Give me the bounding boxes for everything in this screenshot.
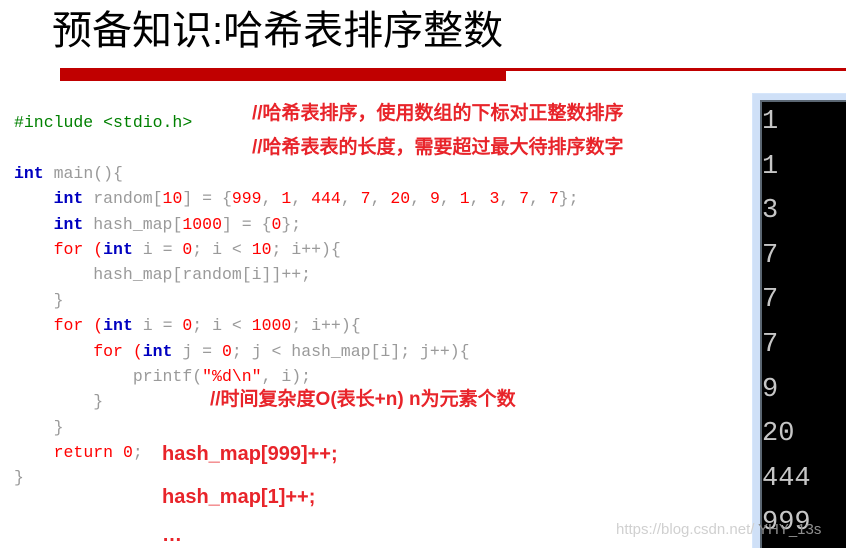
code-token: hash_map[random[i]]++; — [93, 265, 312, 285]
code-line: } — [14, 465, 744, 490]
console-output: 1 1 3 7 7 7 9 20 444 999 — [762, 100, 846, 546]
code-line: for (int i = 0; i < 10; i++){ — [14, 237, 744, 262]
console-output-line: 7 — [762, 285, 779, 316]
code-token: 10 — [251, 239, 272, 259]
console-output-line: 20 — [762, 419, 795, 450]
code-line: for (int i = 0; i < 1000; i++){ — [14, 313, 744, 338]
code-token: ( — [122, 341, 143, 361]
code-token: ( — [83, 316, 104, 336]
code-token: , — [529, 189, 549, 209]
annotation-comment-2: //哈希表表的长度，需要超过最大待排序数字 — [252, 137, 624, 158]
code-line: for (int j = 0; j < hash_map[i]; j++){ — [14, 339, 744, 364]
code-token: , — [340, 189, 361, 209]
code-token: ] = { — [221, 214, 272, 234]
divider-thick-bar — [60, 68, 506, 81]
code-token: 999 — [231, 189, 262, 209]
console-output-line: 7 — [762, 240, 779, 271]
console-output-line: 444 — [762, 463, 811, 494]
code-token: } — [53, 290, 64, 310]
code-token: ; i < — [192, 239, 252, 259]
code-line: return 0; — [14, 440, 744, 465]
code-token: ( — [83, 239, 104, 259]
code-token: 7 — [548, 189, 559, 209]
code-token: ] = { — [182, 189, 232, 209]
code-token: i = — [132, 239, 183, 259]
code-token: 1000 — [182, 214, 222, 234]
code-token: , — [370, 189, 391, 209]
code-token: int — [103, 239, 133, 259]
code-token: } — [93, 392, 104, 412]
code-line: int hash_map[1000] = {0}; — [14, 212, 744, 237]
code-token: , — [469, 189, 490, 209]
code-token: int — [53, 214, 84, 234]
watermark-url-prefix: https://blog.csdn.net/ — [616, 521, 755, 538]
code-line: int random[10] = {999, 1, 444, 7, 20, 9,… — [14, 186, 744, 211]
code-token: , — [499, 189, 520, 209]
code-token: ; i++){ — [291, 316, 361, 336]
code-token: hash_map[ — [83, 214, 183, 234]
code-token: j = — [172, 341, 222, 361]
code-token: for — [53, 239, 84, 259]
code-token: 0 — [221, 341, 232, 361]
code-token: } — [53, 417, 64, 437]
code-token: int — [103, 316, 133, 336]
code-token: 444 — [311, 189, 341, 209]
code-token: printf( — [132, 366, 203, 386]
code-line: int main(){ — [14, 161, 744, 186]
code-token: int — [142, 341, 173, 361]
code-token: ; i < — [192, 316, 252, 336]
code-token: 20 — [390, 189, 411, 209]
console-output-line: 3 — [762, 196, 779, 227]
code-line: } — [14, 415, 744, 440]
code-token: 10 — [162, 189, 183, 209]
console-output-line: 7 — [762, 329, 779, 360]
code-token: for — [53, 316, 84, 336]
code-token: main(){ — [43, 163, 123, 183]
code-block: #include <stdio.h> int main(){ int rando… — [14, 110, 744, 491]
page-title: 预备知识:哈希表排序整数 — [52, 9, 504, 53]
code-token: ; — [132, 443, 143, 463]
watermark-url-suffix: YHY_13s — [758, 521, 822, 538]
console-output-line: 9 — [762, 374, 779, 405]
hash-call-line-1: hash_map[999]++; — [162, 443, 338, 465]
code-token: 9 — [430, 189, 440, 209]
code-token: }; — [558, 189, 579, 209]
code-token: random[ — [83, 189, 163, 209]
code-token: 1 — [459, 189, 470, 209]
code-token: , — [439, 189, 460, 209]
code-token: , — [410, 189, 430, 209]
code-token: 1 — [281, 189, 292, 209]
code-token: #include <stdio.h> — [14, 113, 193, 132]
code-token: , — [291, 189, 312, 209]
annotation-comment-3: //时间复杂度O(表长+n) n为元素个数 — [210, 389, 516, 410]
code-token: 0 — [271, 214, 282, 234]
code-token: }; — [281, 214, 302, 234]
code-token: i = — [132, 316, 183, 336]
code-token: 0 — [122, 443, 133, 463]
code-token: 7 — [360, 189, 371, 209]
code-token: ; j < hash_map[i]; j++){ — [231, 341, 470, 361]
code-line: hash_map[random[i]]++; — [14, 262, 744, 287]
console-output-line: 1 — [762, 107, 779, 137]
code-line: } — [14, 288, 744, 313]
code-token: } — [14, 468, 24, 488]
code-token: 0 — [182, 316, 193, 336]
code-token: , — [261, 189, 282, 209]
code-token: int — [53, 189, 84, 209]
annotation-comment-1: //哈希表排序，使用数组的下标对正整数排序 — [252, 103, 624, 124]
code-token: 7 — [519, 189, 530, 209]
code-token: ; i++){ — [271, 239, 341, 259]
code-token: return — [53, 443, 114, 463]
code-token: for — [93, 341, 123, 361]
console-output-line: 1 — [762, 151, 779, 182]
code-token: 3 — [489, 189, 500, 209]
code-token: int — [14, 163, 44, 183]
code-token: 1000 — [251, 316, 292, 336]
code-token: 0 — [182, 239, 193, 259]
hash-call-ellipsis: … — [162, 524, 184, 546]
hash-call-line-2: hash_map[1]++; — [162, 486, 316, 508]
